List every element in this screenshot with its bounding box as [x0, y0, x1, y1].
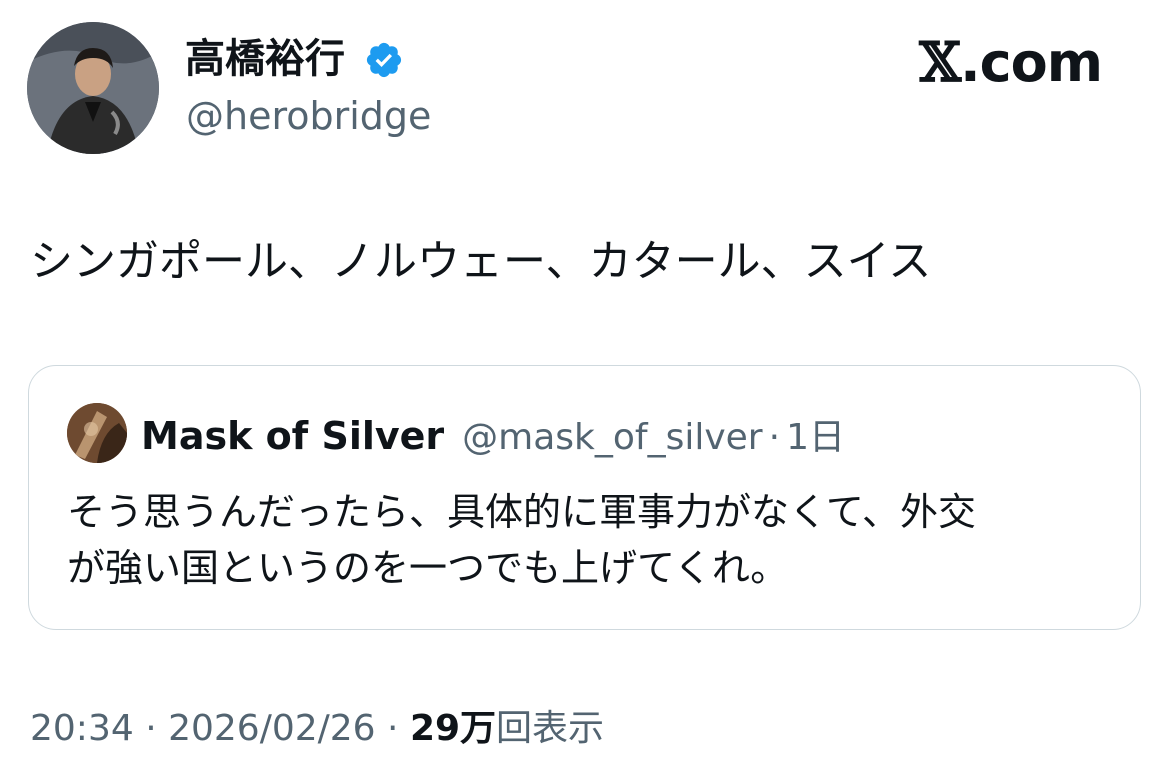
- quoted-tweet-card[interactable]: Mask of Silver @mask_of_silver · 1日 そう思う…: [28, 365, 1141, 630]
- author-avatar[interactable]: [27, 22, 159, 154]
- author-display-name[interactable]: 高橋裕行: [185, 34, 345, 84]
- tweet-time[interactable]: 20:34: [30, 708, 134, 749]
- tweet-metadata: 20:34 · 2026/02/26 · 29万回表示: [30, 704, 604, 754]
- quoted-tweet-text: そう思うんだったら、具体的に軍事力がなくて、外交 が強い国というのを一つでも上げ…: [67, 484, 1107, 596]
- avatar-photo-icon: [27, 22, 159, 154]
- quoted-avatar-photo-icon: [67, 403, 127, 463]
- quoted-tweet-text-line: が強い国というのを一つでも上げてくれ。: [67, 546, 789, 590]
- separator-dot: ·: [133, 708, 169, 749]
- quoted-author-handle[interactable]: @mask_of_silver: [462, 417, 762, 458]
- views-label: 回表示: [496, 708, 605, 749]
- views-count: 29万: [409, 708, 497, 749]
- quoted-author-avatar[interactable]: [67, 403, 127, 463]
- x-com-logo: 𝕏.com: [919, 30, 1103, 95]
- quoted-tweet-text-line: そう思うんだったら、具体的に軍事力がなくて、外交: [67, 490, 976, 534]
- tweet-date[interactable]: 2026/02/26: [168, 708, 376, 749]
- tweet-text: シンガポール、ノルウェー、カタール、スイス: [30, 237, 932, 287]
- author-handle[interactable]: @herobridge: [186, 92, 431, 140]
- separator-dot: ·: [768, 417, 781, 458]
- separator-dot: ·: [375, 708, 410, 749]
- quoted-author-name[interactable]: Mask of Silver: [141, 414, 444, 458]
- x-logo-icon: 𝕏: [919, 30, 961, 94]
- quoted-tweet-header: Mask of Silver @mask_of_silver · 1日: [141, 408, 845, 460]
- verified-badge-icon: [366, 42, 402, 78]
- brand-suffix: .com: [960, 31, 1103, 94]
- quoted-tweet-time[interactable]: 1日: [786, 408, 845, 460]
